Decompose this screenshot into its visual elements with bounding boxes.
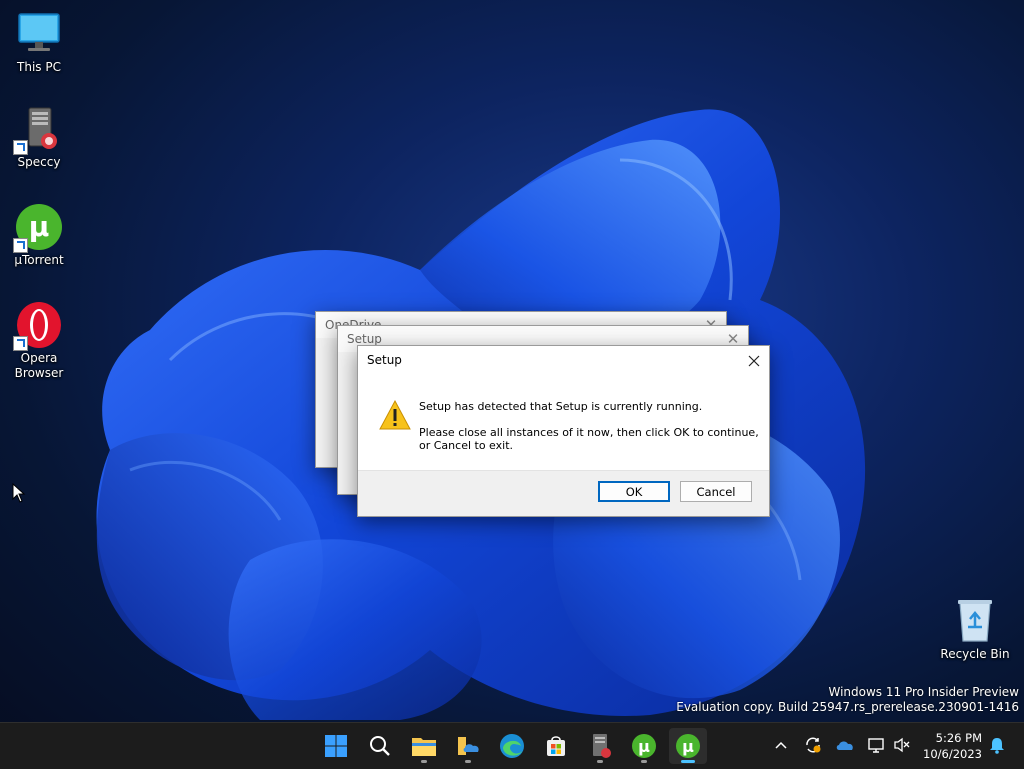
shortcut-arrow-icon <box>13 140 28 155</box>
file-explorer-icon <box>412 738 436 756</box>
watermark-edition: Windows 11 Pro Insider Preview <box>828 685 1019 699</box>
desktop-icon-utorrent[interactable]: µ µTorrent <box>0 203 78 268</box>
desktop-icon-label: µTorrent <box>14 253 64 267</box>
warning-icon <box>379 399 411 433</box>
taskbar-store[interactable] <box>537 728 575 764</box>
shortcut-arrow-icon <box>13 238 28 253</box>
monitor-icon <box>15 10 63 58</box>
running-indicator <box>421 760 427 763</box>
running-indicator <box>465 760 471 763</box>
desktop-icon-label: This PC <box>17 60 61 74</box>
sync-tray-button[interactable] <box>801 733 825 757</box>
onedrive-cloud-icon <box>836 741 853 750</box>
desktop-icon-speccy[interactable]: Speccy <box>0 105 78 170</box>
taskbar-edge[interactable] <box>493 728 531 764</box>
notifications-button[interactable] <box>985 733 1009 757</box>
shortcut-arrow-icon <box>13 336 28 351</box>
opera-icon <box>13 301 63 351</box>
active-indicator <box>681 760 695 763</box>
utorrent-icon: µ <box>13 203 63 253</box>
taskbar-speccy[interactable] <box>581 728 619 764</box>
dialog-footer: OK Cancel <box>358 470 769 516</box>
taskbar-clock[interactable]: 5:26 PM 10/6/2023 <box>923 730 982 762</box>
speccy-icon <box>593 734 611 758</box>
volume-muted-icon <box>894 737 910 753</box>
show-hidden-icons-button[interactable] <box>769 733 793 757</box>
sync-icon <box>806 737 821 753</box>
taskbar: µ µ 5:26 PM 10/6/2023 <box>0 722 1024 769</box>
dialog-titlebar: Setup <box>358 346 769 376</box>
dialog-message-secondary: Please close all instances of it now, th… <box>419 426 759 452</box>
svg-text:µ: µ <box>682 737 694 756</box>
desktop-icon-this-pc[interactable]: This PC <box>0 10 78 75</box>
taskbar-file-explorer[interactable] <box>405 728 443 764</box>
close-icon <box>748 355 760 367</box>
close-button[interactable] <box>739 346 769 376</box>
dialog-title: Setup <box>367 353 402 367</box>
utorrent-icon: µ <box>676 734 700 758</box>
utorrent-icon: µ <box>632 734 656 758</box>
volume-tray-button[interactable] <box>890 733 914 757</box>
network-tray-button[interactable] <box>865 733 889 757</box>
desktop-icon-label: Opera Browser <box>14 351 64 380</box>
onedrive-tray-button[interactable] <box>833 733 857 757</box>
cancel-button[interactable]: Cancel <box>680 481 752 502</box>
dialog-body: Setup has detected that Setup is current… <box>358 376 769 470</box>
window-title: Setup <box>347 332 382 346</box>
desktop-icon-opera[interactable]: Opera Browser <box>0 301 78 381</box>
taskbar-onedrive-folder[interactable] <box>449 728 487 764</box>
desktop-icon-label: Speccy <box>17 155 61 169</box>
speccy-icon <box>13 105 63 155</box>
bell-icon <box>990 738 1004 754</box>
running-indicator <box>641 760 647 763</box>
dialog-message-primary: Setup has detected that Setup is current… <box>419 400 703 413</box>
svg-text:µ: µ <box>29 210 50 243</box>
running-indicator <box>597 760 603 763</box>
clock-date: 10/6/2023 <box>923 747 982 761</box>
taskbar-utorrent[interactable]: µ <box>625 728 663 764</box>
start-icon <box>325 735 347 757</box>
mouse-cursor-icon <box>12 483 26 503</box>
setup-dialog: Setup Setup has detected that Setup is c… <box>357 345 770 517</box>
recycle-bin-icon <box>951 597 999 645</box>
network-icon <box>868 738 884 753</box>
evaluation-watermark: Windows 11 Pro Insider Preview Evaluatio… <box>676 685 1019 715</box>
start-button[interactable] <box>317 728 355 764</box>
onedrive-folder-icon <box>458 737 479 755</box>
ok-button[interactable]: OK <box>598 481 670 502</box>
clock-time: 5:26 PM <box>935 731 982 745</box>
taskbar-utorrent-setup[interactable]: µ <box>669 728 707 764</box>
search-button[interactable] <box>361 728 399 764</box>
watermark-build: Evaluation copy. Build 25947.rs_prerelea… <box>676 700 1019 714</box>
edge-icon <box>500 734 524 758</box>
desktop-icon-recycle-bin[interactable]: Recycle Bin <box>936 597 1014 662</box>
chevron-up-icon <box>775 741 787 749</box>
store-icon <box>547 736 565 756</box>
search-icon <box>370 736 390 756</box>
svg-text:µ: µ <box>638 737 650 756</box>
desktop-icon-label: Recycle Bin <box>940 647 1010 661</box>
